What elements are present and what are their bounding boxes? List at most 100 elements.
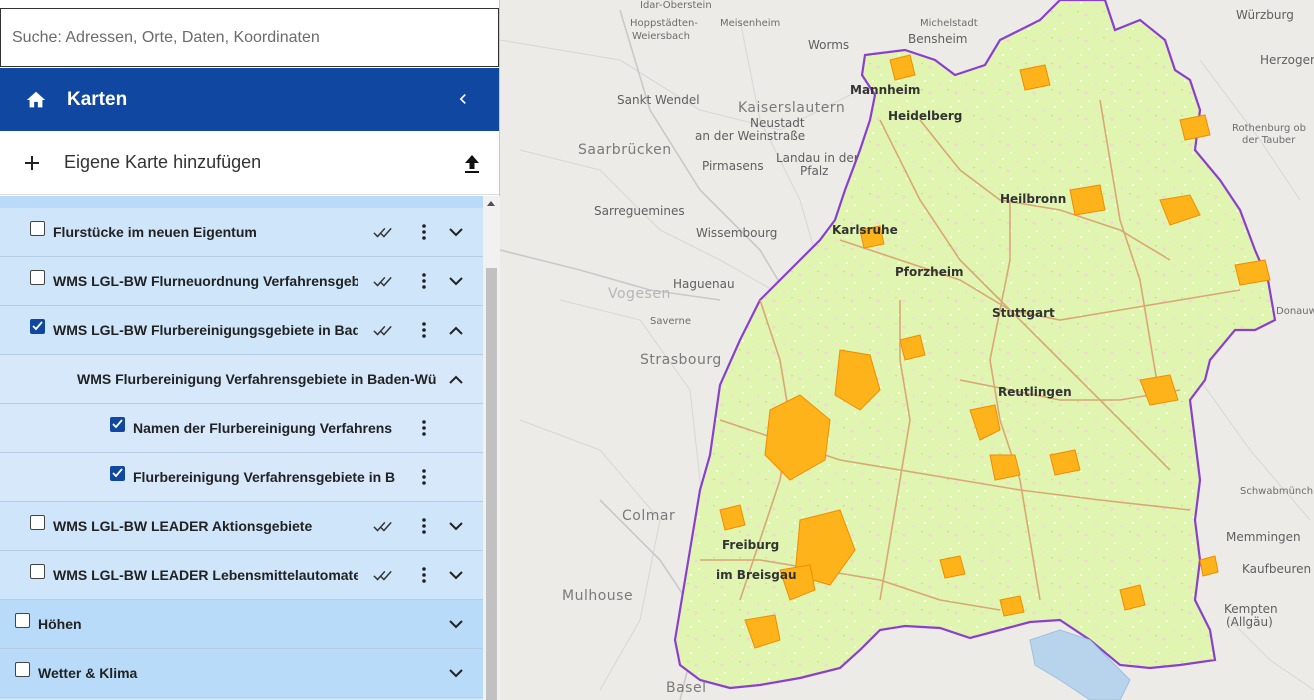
add-own-map-label[interactable]: Eigene Karte hinzufügen — [64, 152, 261, 173]
layer-tree-top-strip — [0, 196, 483, 208]
sidebar: Karten Eigene Karte hinzufügen Flurstück… — [0, 0, 500, 700]
map-label-mulhouse: Mulhouse — [562, 588, 634, 604]
layer-checkbox-checked[interactable] — [30, 319, 45, 334]
map-label-herzogena: Herzogena — [1260, 53, 1314, 67]
chevron-down-icon[interactable] — [446, 271, 466, 291]
sidebar-title: Karten — [67, 88, 128, 110]
layer-label: WMS LGL-BW Flurbereinigungsgebiete in Ba… — [53, 322, 358, 338]
map-label-weiersbach: Weiersbach — [632, 31, 691, 42]
double-check-icon[interactable] — [373, 320, 393, 340]
more-vert-icon[interactable] — [414, 320, 434, 340]
double-check-icon[interactable] — [373, 271, 393, 291]
layer-tree-scrollbar[interactable] — [483, 196, 500, 700]
chevron-down-icon[interactable] — [446, 614, 466, 634]
scroll-up-arrow-icon[interactable] — [487, 201, 495, 206]
more-vert-icon[interactable] — [414, 271, 434, 291]
sidebar-header: Karten — [0, 68, 499, 131]
chevron-up-icon[interactable] — [446, 369, 466, 389]
scrollbar-thumb[interactable] — [486, 268, 497, 700]
double-check-icon[interactable] — [373, 565, 393, 585]
map-label-heidelberg: Heidelberg — [888, 109, 963, 123]
layer-row-leader-aktionsgebiete[interactable]: WMS LGL-BW LEADER Aktionsgebiete — [0, 502, 483, 551]
layer-group-wetter-klima[interactable]: Wetter & Klima — [0, 649, 483, 698]
layer-group-hoehen[interactable]: Höhen — [0, 600, 483, 649]
more-vert-icon[interactable] — [414, 222, 434, 242]
double-check-icon[interactable] — [373, 516, 393, 536]
search-input[interactable] — [1, 9, 498, 66]
layer-row-namen[interactable]: Namen der Flurbereinigung Verfahrens — [0, 404, 483, 453]
map-label-pfalz: Pfalz — [800, 164, 829, 178]
map-label-wissembourg: Wissembourg — [696, 226, 778, 240]
map-label-rothenburg: Rothenburg ob — [1232, 123, 1306, 134]
map-label-wuerzburg: Würzburg — [1236, 8, 1294, 22]
map-label-reutlingen: Reutlingen — [998, 385, 1072, 399]
map-label-pirmasens: Pirmasens — [702, 159, 764, 173]
map-label-idar: Idar-Oberstein — [640, 0, 712, 11]
chevron-down-icon[interactable] — [446, 222, 466, 242]
layer-checkbox[interactable] — [30, 564, 45, 579]
chevron-down-icon[interactable] — [446, 663, 466, 683]
layer-checkbox[interactable] — [30, 221, 45, 236]
map-label-landau: Landau in der — [776, 151, 859, 165]
chevron-up-icon[interactable] — [446, 320, 466, 340]
map-label-allgaeu: (Allgäu) — [1226, 615, 1273, 629]
map-label-heilbronn: Heilbronn — [1000, 192, 1067, 206]
map-label-kaufbeuren: Kaufbeuren — [1242, 562, 1312, 576]
more-vert-icon[interactable] — [414, 467, 434, 487]
map-label-sarreguemines: Sarreguemines — [594, 204, 685, 218]
map-label-michelstadt: Michelstadt — [920, 18, 978, 29]
map-label-pforzheim: Pforzheim — [895, 265, 964, 279]
layer-checkbox[interactable] — [15, 613, 30, 628]
layer-checkbox[interactable] — [15, 662, 30, 677]
layer-label: WMS LGL-BW LEADER Aktionsgebiete — [53, 518, 313, 534]
layer-label: WMS LGL-BW Flurneuordnung Verfahrensgebi — [53, 273, 358, 289]
map-label-mannheim: Mannheim — [850, 83, 921, 97]
layer-label: WMS Flurbereinigung Verfahrensgebiete in… — [77, 371, 437, 387]
map-label-freiburg: Freiburg — [722, 538, 780, 552]
map-label-tauber: der Tauber — [1242, 135, 1296, 146]
map-label-worms: Worms — [808, 38, 850, 52]
map-label-stuttgart: Stuttgart — [992, 306, 1055, 320]
map-label-memmingen: Memmingen — [1226, 530, 1301, 544]
layer-group-label: Höhen — [38, 616, 82, 632]
upload-icon[interactable] — [463, 154, 481, 174]
map-label-kempten: Kempten — [1224, 602, 1278, 616]
map-label-schwabmuench: Schwabmünch — [1240, 486, 1314, 497]
layer-label: Namen der Flurbereinigung Verfahrens — [133, 420, 393, 436]
layer-row-flurbereinigungsgebiete[interactable]: WMS LGL-BW Flurbereinigungsgebiete in Ba… — [0, 306, 483, 355]
map-label-strasbourg: Strasbourg — [640, 352, 722, 368]
map-label-hoppstaedten: Hoppstädten- — [630, 18, 698, 29]
more-vert-icon[interactable] — [414, 516, 434, 536]
map-label-kaiserslautern: Kaiserslautern — [738, 100, 846, 116]
map-label-colmar: Colmar — [622, 508, 676, 524]
layer-checkbox[interactable] — [30, 515, 45, 530]
layer-checkbox-checked[interactable] — [110, 466, 125, 481]
map-label-neustadt: Neustadt — [750, 116, 805, 130]
more-vert-icon[interactable] — [414, 565, 434, 585]
map-label-breisgau: im Breisgau — [716, 568, 797, 582]
map-label-basel: Basel — [666, 680, 707, 696]
layer-label: WMS LGL-BW LEADER Lebensmittelautomaten — [53, 567, 358, 583]
layer-checkbox-checked[interactable] — [110, 417, 125, 432]
layer-tree: Flurstücke im neuen Eigentum WMS LGL-BW … — [0, 196, 483, 700]
layer-row-flurneuordnung[interactable]: WMS LGL-BW Flurneuordnung Verfahrensgebi — [0, 257, 483, 306]
chevron-down-icon[interactable] — [446, 516, 466, 536]
map-label-meisenheim: Meisenheim — [720, 18, 781, 29]
layer-row-verfahrensgebiete[interactable]: Flurbereinigung Verfahrensgebiete in B — [0, 453, 483, 502]
layer-row-flurstuecke[interactable]: Flurstücke im neuen Eigentum — [0, 208, 483, 257]
add-own-map-row[interactable]: Eigene Karte hinzufügen — [0, 131, 499, 195]
layer-row-leader-lebensmittelautomaten[interactable]: WMS LGL-BW LEADER Lebensmittelautomaten — [0, 551, 483, 600]
layer-group-label: Wetter & Klima — [38, 665, 138, 681]
plus-icon[interactable] — [24, 155, 40, 171]
chevron-down-icon[interactable] — [446, 565, 466, 585]
map-label-donauw: Donauw — [1276, 306, 1314, 317]
map-label-bensheim: Bensheim — [908, 32, 968, 46]
layer-checkbox[interactable] — [30, 270, 45, 285]
double-check-icon[interactable] — [373, 222, 393, 242]
map-label-saverne: Saverne — [650, 316, 691, 327]
home-icon[interactable] — [25, 89, 47, 111]
layer-row-subgroup[interactable]: WMS Flurbereinigung Verfahrensgebiete in… — [0, 355, 483, 404]
more-vert-icon[interactable] — [414, 418, 434, 438]
map-label-weinstrasse: an der Weinstraße — [695, 129, 806, 143]
chevron-left-icon[interactable] — [453, 88, 473, 110]
